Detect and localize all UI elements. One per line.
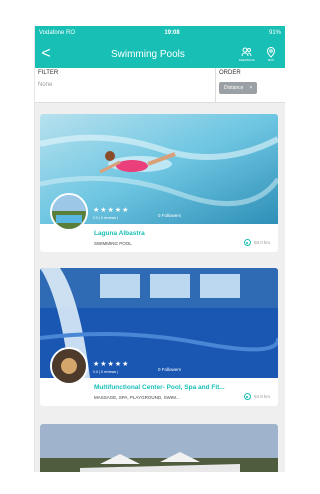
place-category: SWIMMING POOL xyxy=(94,241,132,246)
followers-count: 0 Followers xyxy=(158,213,182,218)
distance: 94.9 km xyxy=(243,393,270,400)
reviews-count: 0.0 | 0 reviews | xyxy=(93,370,119,374)
filter-value: None xyxy=(38,82,53,88)
header: < Swimming Pools FEEDBACK MAP xyxy=(35,40,285,68)
reviews-count: 0.0 | 0 reviews | xyxy=(93,216,119,220)
pool-photo-image xyxy=(40,424,278,472)
map-pin-icon xyxy=(266,47,276,58)
order-chip-label: Distance xyxy=(224,85,244,91)
pool-photo: ★★★★★ 0.0 | 0 reviews | 0 Followers xyxy=(40,268,278,385)
followers-count: 0 Followers xyxy=(158,367,182,372)
place-category: MASSAGE, SPA, PLAYGROUND, SWIM... xyxy=(94,395,180,400)
page-title: Swimming Pools xyxy=(110,48,185,60)
rating-stars: ★★★★★ xyxy=(93,207,130,214)
filter-label: FILTER xyxy=(38,70,59,76)
list-item[interactable]: ★★★★★ 0.0 | 0 reviews | 0 Followers Mult… xyxy=(40,268,278,406)
feedback-button[interactable]: FEEDBACK xyxy=(239,46,255,62)
close-icon[interactable]: × xyxy=(249,85,252,91)
carrier-label: Vodafone RO xyxy=(39,30,76,36)
distance-value: 68.0 km xyxy=(253,240,270,245)
location-target-icon xyxy=(243,239,251,246)
feedback-label: FEEDBACK xyxy=(238,58,255,62)
card-info: Multifunctional Center- Pool, Spa and Fi… xyxy=(40,378,278,406)
list-item[interactable]: ★★★★★ 0.0 | 0 reviews | 0 Followers Lagu… xyxy=(40,114,278,252)
place-name[interactable]: Laguna Albastra xyxy=(94,230,270,237)
filter-bar: FILTER None ORDER Distance × xyxy=(35,68,285,103)
map-button[interactable]: MAP xyxy=(265,46,277,62)
order-selector[interactable]: ORDER Distance × xyxy=(215,68,285,102)
distance: 68.0 km xyxy=(243,239,270,246)
card-info: Laguna Albastra SWIMMING POOL 68.0 km xyxy=(40,224,278,252)
app-screen: Vodafone RO 19:08 91% < Swimming Pools F… xyxy=(34,26,285,472)
map-label: MAP xyxy=(267,58,275,62)
header-actions: FEEDBACK MAP xyxy=(239,46,277,62)
battery-level: 91% xyxy=(268,30,281,36)
location-target-icon xyxy=(243,393,251,400)
place-name[interactable]: Multifunctional Center- Pool, Spa and Fi… xyxy=(94,384,270,391)
order-label: ORDER xyxy=(219,70,241,76)
status-bar: Vodafone RO 19:08 91% xyxy=(35,26,285,40)
filter-selector[interactable]: FILTER None xyxy=(35,68,215,102)
users-icon xyxy=(241,47,252,57)
pool-photo xyxy=(40,424,278,472)
distance-value: 94.9 km xyxy=(253,394,270,399)
status-time: 19:08 xyxy=(164,30,180,36)
back-button[interactable]: < xyxy=(35,46,57,62)
rating-stars: ★★★★★ xyxy=(93,361,130,368)
order-chip[interactable]: Distance × xyxy=(219,82,258,94)
pool-photo: ★★★★★ 0.0 | 0 reviews | 0 Followers xyxy=(40,114,278,231)
list-item[interactable] xyxy=(40,424,278,472)
